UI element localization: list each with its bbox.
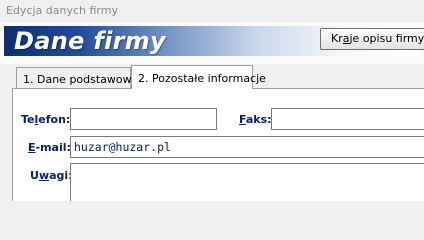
notes-label-prefix: U [30,169,39,182]
company-type-button-label-suffix: je opisu firmy [349,32,424,45]
phone-label: Telefon: [21,113,70,126]
company-type-button-accel: a [342,32,350,45]
window-title: Edycja danych firmy [6,4,118,17]
fax-label-accel: F [239,113,246,126]
tab-other-info[interactable]: 2. Pozostałe informacje [131,65,266,89]
email-label-suffix: -mail: [35,141,71,154]
window-titlebar: Edycja danych firmy [0,0,424,22]
tab-label: 2. Pozostałe informacje [138,72,266,85]
fax-field[interactable] [271,108,424,130]
tab-strip: 1. Dane podstawowe 2. Pozostałe informac… [0,64,424,89]
header-banner: Dane firmy Kraje opisu firmy [0,22,424,64]
email-label: E-mail: [28,141,71,154]
notes-label-accel: w [38,169,50,182]
phone-label-prefix: Te [21,113,35,126]
tab-basic-data[interactable]: 1. Dane podstawowe [16,67,138,88]
email-label-accel: E [28,141,36,154]
company-type-button-label-prefix: Kr [331,32,343,45]
page-title: Dane firmy [14,27,166,55]
phone-field[interactable] [70,108,217,130]
phone-label-suffix: efon: [38,113,71,126]
fax-label: Faks: [239,113,272,126]
notes-label: Uwagi: [30,169,73,182]
tab-label: 1. Dane podstawowe [23,73,139,86]
email-field[interactable]: huzar@huzar.pl [70,136,424,158]
company-type-button[interactable]: Kraje opisu firmy [320,28,424,50]
fax-label-suffix: aks: [245,113,272,126]
notes-textarea[interactable] [70,163,424,201]
